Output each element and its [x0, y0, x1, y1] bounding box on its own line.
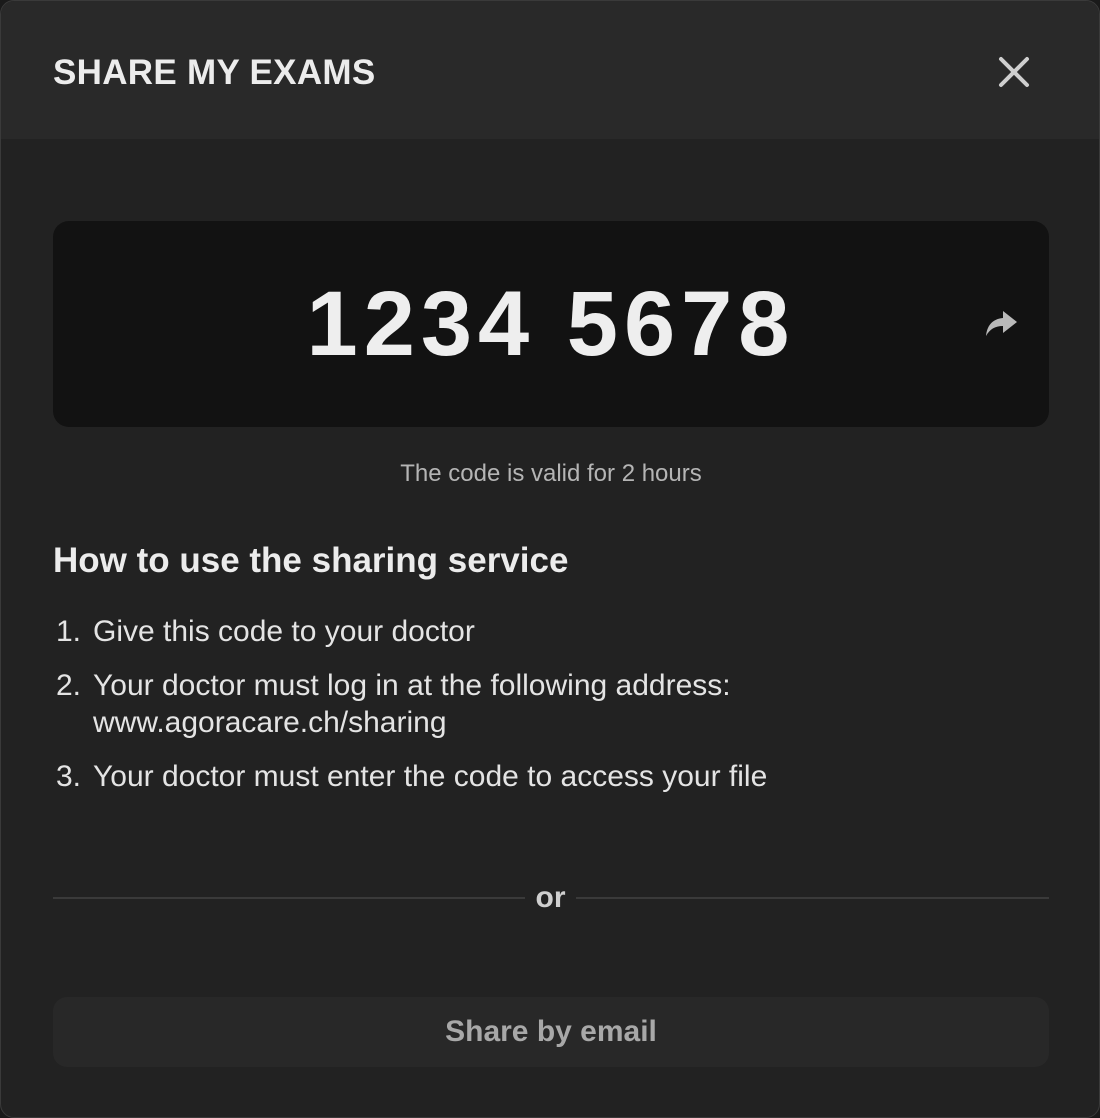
instructions-list: 1. Give this code to your doctor 2. Your…	[53, 613, 1053, 812]
share-exams-dialog: SHARE MY EXAMS 1234 5678 The code is val…	[0, 0, 1100, 1118]
code-validity-text: The code is valid for 2 hours	[400, 460, 702, 487]
dialog-title: SHARE MY EXAMS	[53, 53, 376, 92]
step-number: 3.	[56, 760, 82, 793]
divider-label: or	[535, 881, 566, 914]
share-code-button[interactable]	[983, 309, 1019, 339]
close-button[interactable]	[993, 51, 1035, 93]
instruction-step: 2. Your doctor must log in at the follow…	[53, 667, 1053, 741]
instruction-step: 3. Your doctor must enter the code to ac…	[53, 758, 1053, 795]
share-by-email-button[interactable]: Share by email	[53, 997, 1049, 1067]
step-text: Give this code to your doctor	[93, 615, 475, 648]
share-arrow-icon	[986, 311, 1017, 336]
divider-line-right	[576, 897, 1049, 899]
share-by-email-label: Share by email	[445, 1015, 657, 1048]
sharing-address: www.agoracare.ch/sharing	[93, 706, 447, 739]
dialog-header: SHARE MY EXAMS	[1, 1, 1099, 139]
step-number: 1.	[56, 615, 82, 648]
step-text: Your doctor must log in at the following…	[93, 669, 731, 702]
instruction-step: 1. Give this code to your doctor	[53, 613, 1053, 650]
share-code[interactable]: 1234 5678	[53, 221, 1049, 427]
close-icon	[999, 57, 1029, 87]
or-divider: or	[53, 873, 1049, 923]
step-text: Your doctor must enter the code to acces…	[93, 760, 768, 793]
instructions-heading: How to use the sharing service	[53, 541, 569, 580]
step-number: 2.	[56, 669, 82, 702]
divider-line-left	[53, 897, 525, 899]
share-code-box: 1234 5678	[53, 221, 1049, 427]
